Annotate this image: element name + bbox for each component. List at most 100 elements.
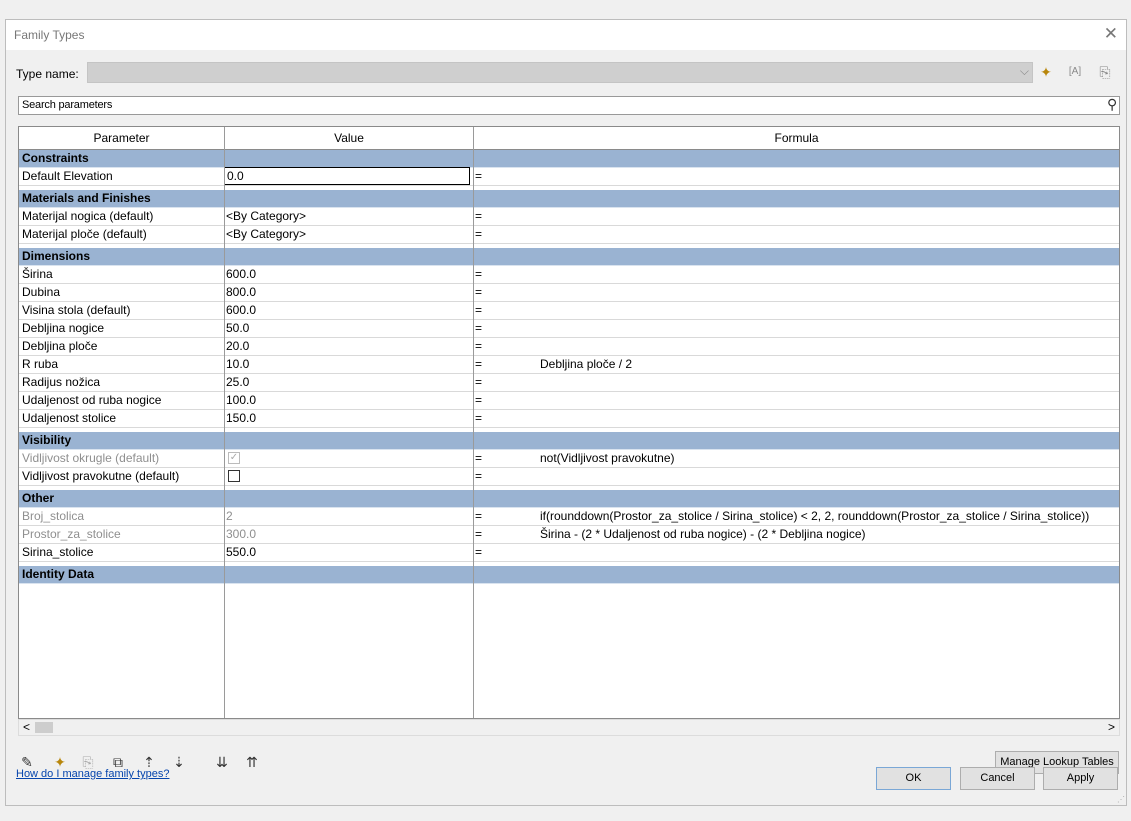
sort-descending-icon[interactable]: ⇈: [243, 753, 261, 771]
formula-equals: =: [475, 357, 483, 371]
group-label: Other: [22, 491, 55, 505]
param-name: Dubina: [22, 285, 61, 299]
table-row[interactable]: Vidljivost pravokutne (default) =: [19, 468, 1119, 486]
search-icon[interactable]: ⚲: [1107, 96, 1117, 113]
ok-button[interactable]: OK: [876, 767, 951, 790]
family-types-dialog: Family Types ✕ Type name: ⌵ ✦ [A] ⎘ Sear…: [5, 19, 1127, 806]
search-input[interactable]: Search parameters ⚲: [18, 96, 1120, 115]
search-placeholder: Search parameters: [22, 99, 113, 111]
param-value[interactable]: 25.0: [226, 375, 249, 389]
column-header-parameter[interactable]: Parameter: [19, 131, 224, 145]
param-value[interactable]: 10.0: [226, 357, 249, 371]
scroll-right-icon[interactable]: >: [1108, 720, 1115, 734]
group-label: Dimensions: [22, 249, 91, 263]
param-name: Udaljenost stolice: [22, 411, 117, 425]
table-row[interactable]: Debljina nogice 50.0 =: [19, 320, 1119, 338]
formula-equals: =: [475, 451, 483, 465]
param-value[interactable]: 600.0: [226, 303, 256, 317]
param-formula[interactable]: not(Vidljivost pravokutne): [540, 451, 675, 465]
table-row[interactable]: Default Elevation 0.0 =: [19, 167, 1119, 186]
new-type-icon[interactable]: ✦: [1037, 63, 1055, 81]
rename-type-icon[interactable]: [A]: [1066, 63, 1084, 81]
column-divider[interactable]: [224, 127, 225, 718]
sort-ascending-icon[interactable]: ⇊: [213, 753, 231, 771]
table-row[interactable]: Visina stola (default) 600.0 =: [19, 302, 1119, 320]
group-materials-and-finishes[interactable]: Materials and Finishes: [19, 190, 1119, 208]
table-row[interactable]: Materijal ploče (default) <By Category> …: [19, 226, 1119, 244]
param-name: Debljina ploče: [22, 339, 98, 353]
table-row[interactable]: Udaljenost stolice 150.0 =: [19, 410, 1119, 428]
chevron-down-icon: ⌵: [1019, 64, 1029, 78]
table-row[interactable]: Debljina ploče 20.0 =: [19, 338, 1119, 356]
delete-type-icon[interactable]: ⎘: [1096, 63, 1114, 81]
group-constraints[interactable]: Constraints: [19, 150, 1119, 168]
table-row[interactable]: Sirina_stolice 550.0 =: [19, 544, 1119, 562]
param-value[interactable]: 50.0: [226, 321, 249, 335]
table-row[interactable]: Vidljivost okrugle (default) ✓ = not(Vid…: [19, 450, 1119, 468]
table-row[interactable]: Prostor_za_stolice 300.0 = Širina - (2 *…: [19, 526, 1119, 544]
visibility-checkbox-disabled: ✓: [228, 452, 240, 464]
param-name: Materijal nogica (default): [22, 209, 154, 223]
formula-equals: =: [475, 375, 483, 389]
formula-equals: =: [475, 509, 483, 523]
param-name: Udaljenost od ruba nogice: [22, 393, 162, 407]
param-name: Broj_stolica: [22, 509, 85, 523]
type-name-dropdown[interactable]: ⌵: [87, 62, 1033, 83]
table-row[interactable]: Radijus nožica 25.0 =: [19, 374, 1119, 392]
param-name: Default Elevation: [22, 169, 113, 183]
param-value[interactable]: <By Category>: [226, 227, 306, 241]
table-row[interactable]: Udaljenost od ruba nogice 100.0 =: [19, 392, 1119, 410]
title-bar: Family Types ✕: [6, 20, 1126, 50]
column-header-value[interactable]: Value: [225, 131, 473, 145]
param-value[interactable]: 800.0: [226, 285, 256, 299]
group-dimensions[interactable]: Dimensions: [19, 248, 1119, 266]
resize-grip-icon[interactable]: ⋰: [1117, 795, 1125, 804]
column-divider[interactable]: [473, 127, 474, 718]
formula-equals: =: [475, 169, 483, 183]
param-value[interactable]: 600.0: [226, 267, 256, 281]
param-name: Debljina nogice: [22, 321, 105, 335]
param-value: 300.0: [226, 527, 257, 541]
formula-equals: =: [475, 267, 483, 281]
scroll-thumb[interactable]: [35, 722, 53, 733]
column-header-formula[interactable]: Formula: [474, 131, 1119, 145]
param-value[interactable]: 150.0: [226, 411, 256, 425]
type-name-label: Type name:: [16, 67, 79, 81]
table-header: Parameter Value Formula: [19, 127, 1119, 150]
group-identity-data[interactable]: Identity Data: [19, 566, 1119, 584]
move-down-icon[interactable]: ⇣: [170, 753, 188, 771]
param-name: Vidljivost okrugle (default): [22, 451, 160, 465]
group-label: Visibility: [22, 433, 72, 447]
param-name: Prostor_za_stolice: [22, 527, 121, 541]
cancel-button[interactable]: Cancel: [960, 767, 1035, 790]
param-name: Vidljivost pravokutne (default): [22, 469, 180, 483]
help-link[interactable]: How do I manage family types?: [16, 768, 169, 780]
group-label: Constraints: [22, 151, 89, 165]
formula-equals: =: [475, 285, 483, 299]
table-row[interactable]: Broj_stolica 2 = if(rounddown(Prostor_za…: [19, 508, 1119, 526]
formula-equals: =: [475, 339, 483, 353]
param-formula[interactable]: Debljina ploče / 2: [540, 357, 632, 371]
formula-equals: =: [475, 527, 483, 541]
group-visibility[interactable]: Visibility: [19, 432, 1119, 450]
table-row[interactable]: R ruba 10.0 = Debljina ploče / 2: [19, 356, 1119, 374]
table-row[interactable]: Širina 600.0 =: [19, 266, 1119, 284]
value-input[interactable]: 0.0: [224, 167, 470, 185]
scroll-left-icon[interactable]: <: [23, 720, 30, 734]
visibility-checkbox[interactable]: [228, 470, 240, 482]
table-row[interactable]: Materijal nogica (default) <By Category>…: [19, 208, 1119, 226]
formula-equals: =: [475, 469, 483, 483]
close-icon[interactable]: ✕: [1104, 24, 1118, 44]
table-row[interactable]: Dubina 800.0 =: [19, 284, 1119, 302]
formula-equals: =: [475, 209, 483, 223]
param-value[interactable]: <By Category>: [226, 209, 306, 223]
group-label: Identity Data: [22, 567, 95, 581]
param-formula[interactable]: if(rounddown(Prostor_za_stolice / Sirina…: [540, 509, 1089, 523]
param-formula[interactable]: Širina - (2 * Udaljenost od ruba nogice)…: [540, 527, 866, 541]
horizontal-scrollbar[interactable]: < >: [18, 719, 1120, 736]
param-value[interactable]: 550.0: [226, 545, 256, 559]
param-value[interactable]: 20.0: [226, 339, 249, 353]
group-other[interactable]: Other: [19, 490, 1119, 508]
param-value[interactable]: 100.0: [226, 393, 256, 407]
apply-button[interactable]: Apply: [1043, 767, 1118, 790]
